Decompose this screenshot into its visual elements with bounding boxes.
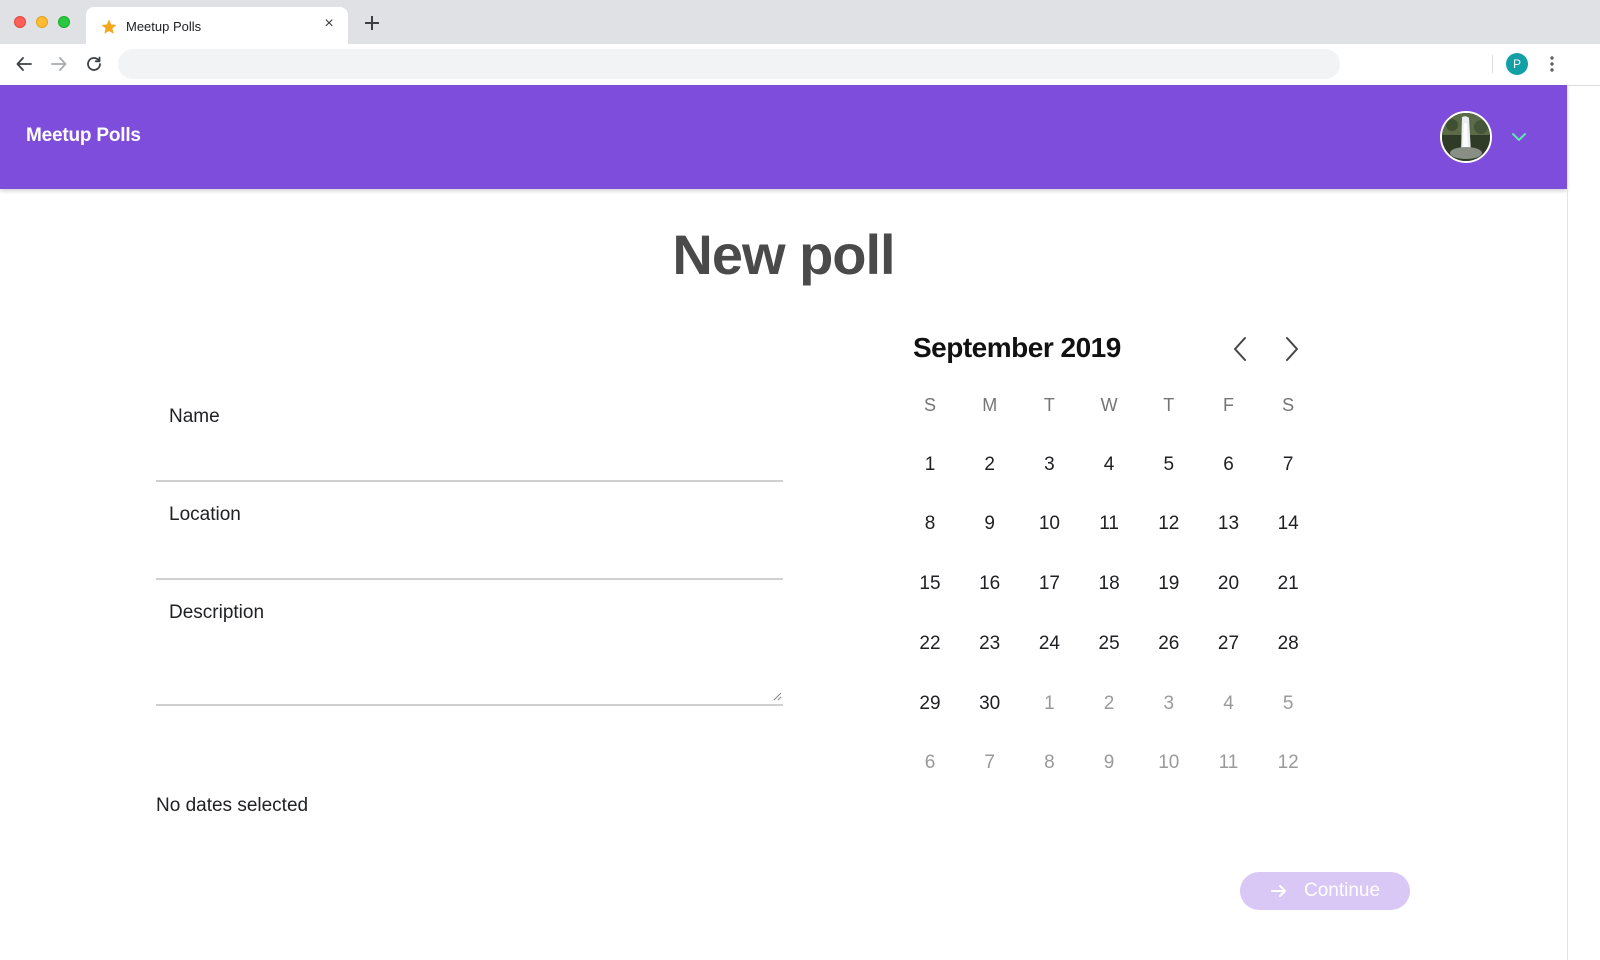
calendar-day[interactable]: 21 (1258, 554, 1318, 614)
tab-title: Meetup Polls (126, 19, 202, 34)
user-avatar[interactable] (1440, 111, 1492, 163)
calendar-day-outside-month[interactable]: 2 (1079, 674, 1139, 734)
calendar-day-outside-month[interactable]: 12 (1258, 733, 1318, 793)
calendar-day-outside-month[interactable]: 9 (1079, 733, 1139, 793)
resize-grip-icon[interactable] (772, 688, 782, 701)
calendar-day-outside-month[interactable]: 4 (1199, 674, 1259, 734)
calendar-day[interactable]: 20 (1199, 554, 1259, 614)
calendar-day-outside-month[interactable]: 6 (900, 733, 960, 793)
calendar-day[interactable]: 23 (960, 614, 1020, 674)
calendar-day-outside-month[interactable]: 11 (1199, 733, 1259, 793)
calendar-next-month-button[interactable] (1278, 333, 1306, 365)
calendar-day-outside-month[interactable]: 5 (1258, 674, 1318, 734)
scrollbar-edge (1567, 85, 1568, 960)
calendar-day[interactable]: 15 (900, 554, 960, 614)
weekday-header: T (1043, 394, 1055, 415)
calendar-day-outside-month[interactable]: 1 (1019, 674, 1079, 734)
browser-toolbar: P (0, 44, 1600, 86)
browser-tab-bar: Meetup Polls × (0, 0, 1600, 44)
calendar-day[interactable]: 12 (1139, 494, 1199, 554)
weekday-header: S (923, 394, 936, 415)
calendar-day-outside-month[interactable]: 8 (1019, 733, 1079, 793)
calendar-day[interactable]: 6 (1199, 435, 1259, 495)
name-input[interactable] (156, 444, 783, 482)
continue-label: Continue (1303, 880, 1381, 901)
calendar-prev-month-button[interactable] (1226, 333, 1254, 365)
calendar-day[interactable]: 4 (1079, 435, 1139, 495)
description-field: Description (156, 596, 783, 706)
calendar-day[interactable]: 19 (1139, 554, 1199, 614)
arrow-right-icon (1270, 882, 1288, 900)
continue-button[interactable]: Continue (1240, 872, 1410, 910)
location-field: Location (156, 498, 783, 580)
calendar-day[interactable]: 13 (1199, 494, 1259, 554)
reload-icon[interactable] (83, 53, 105, 75)
calendar-day[interactable]: 7 (1258, 435, 1318, 495)
calendar-day[interactable]: 3 (1019, 435, 1079, 495)
calendar-day[interactable]: 1 (900, 435, 960, 495)
weekday-header: T (1163, 394, 1175, 415)
calendar-day[interactable]: 24 (1019, 614, 1079, 674)
description-input[interactable] (156, 632, 783, 706)
name-field: Name (156, 400, 783, 482)
address-bar[interactable] (118, 49, 1340, 79)
calendar-day[interactable]: 5 (1139, 435, 1199, 495)
kebab-menu-icon[interactable] (1542, 53, 1562, 75)
weekday-header: W (1100, 394, 1118, 415)
calendar-day[interactable]: 17 (1019, 554, 1079, 614)
calendar-day[interactable]: 29 (900, 674, 960, 734)
location-label: Location (169, 504, 241, 525)
arrow-left-icon[interactable] (13, 53, 35, 75)
arrow-right-icon[interactable] (48, 53, 70, 75)
description-label: Description (169, 602, 265, 623)
star-icon (100, 18, 118, 36)
chevron-down-icon[interactable] (1509, 127, 1529, 147)
window-minimize-button[interactable] (36, 16, 48, 28)
weekday-header: F (1223, 394, 1234, 415)
calendar-day[interactable]: 2 (960, 435, 1020, 495)
weekday-header: M (982, 394, 998, 415)
calendar-day[interactable]: 28 (1258, 614, 1318, 674)
profile-avatar-button[interactable]: P (1506, 53, 1528, 75)
calendar-day[interactable]: 18 (1079, 554, 1139, 614)
chevron-left-icon (1234, 337, 1246, 361)
window-maximize-button[interactable] (58, 16, 70, 28)
calendar-day[interactable]: 16 (960, 554, 1020, 614)
app-header: Meetup Polls (0, 85, 1567, 189)
calendar-day[interactable]: 22 (900, 614, 960, 674)
calendar-day-outside-month[interactable]: 7 (960, 733, 1020, 793)
page-title: New poll (672, 223, 895, 286)
weekday-header: S (1282, 394, 1295, 415)
selected-dates-status: No dates selected (156, 795, 309, 816)
calendar-day[interactable]: 10 (1019, 494, 1079, 554)
name-label: Name (169, 406, 220, 427)
location-input[interactable] (156, 542, 783, 580)
plus-icon[interactable] (362, 13, 382, 33)
calendar-day[interactable]: 11 (1079, 494, 1139, 554)
calendar-day[interactable]: 14 (1258, 494, 1318, 554)
tab-close-button[interactable]: × (320, 15, 338, 33)
calendar-day[interactable]: 30 (960, 674, 1020, 734)
window-close-button[interactable] (14, 16, 26, 28)
calendar-day[interactable]: 9 (960, 494, 1020, 554)
calendar-day[interactable]: 26 (1139, 614, 1199, 674)
chevron-right-icon (1286, 337, 1298, 361)
calendar-day[interactable]: 8 (900, 494, 960, 554)
toolbar-divider (1492, 55, 1493, 73)
browser-tab[interactable]: Meetup Polls × (86, 7, 348, 44)
calendar-month-label: September 2019 (913, 332, 1121, 363)
app-title[interactable]: Meetup Polls (26, 125, 141, 147)
calendar-day[interactable]: 27 (1199, 614, 1259, 674)
calendar-day-outside-month[interactable]: 3 (1139, 674, 1199, 734)
calendar-day[interactable]: 25 (1079, 614, 1139, 674)
calendar-day-outside-month[interactable]: 10 (1139, 733, 1199, 793)
